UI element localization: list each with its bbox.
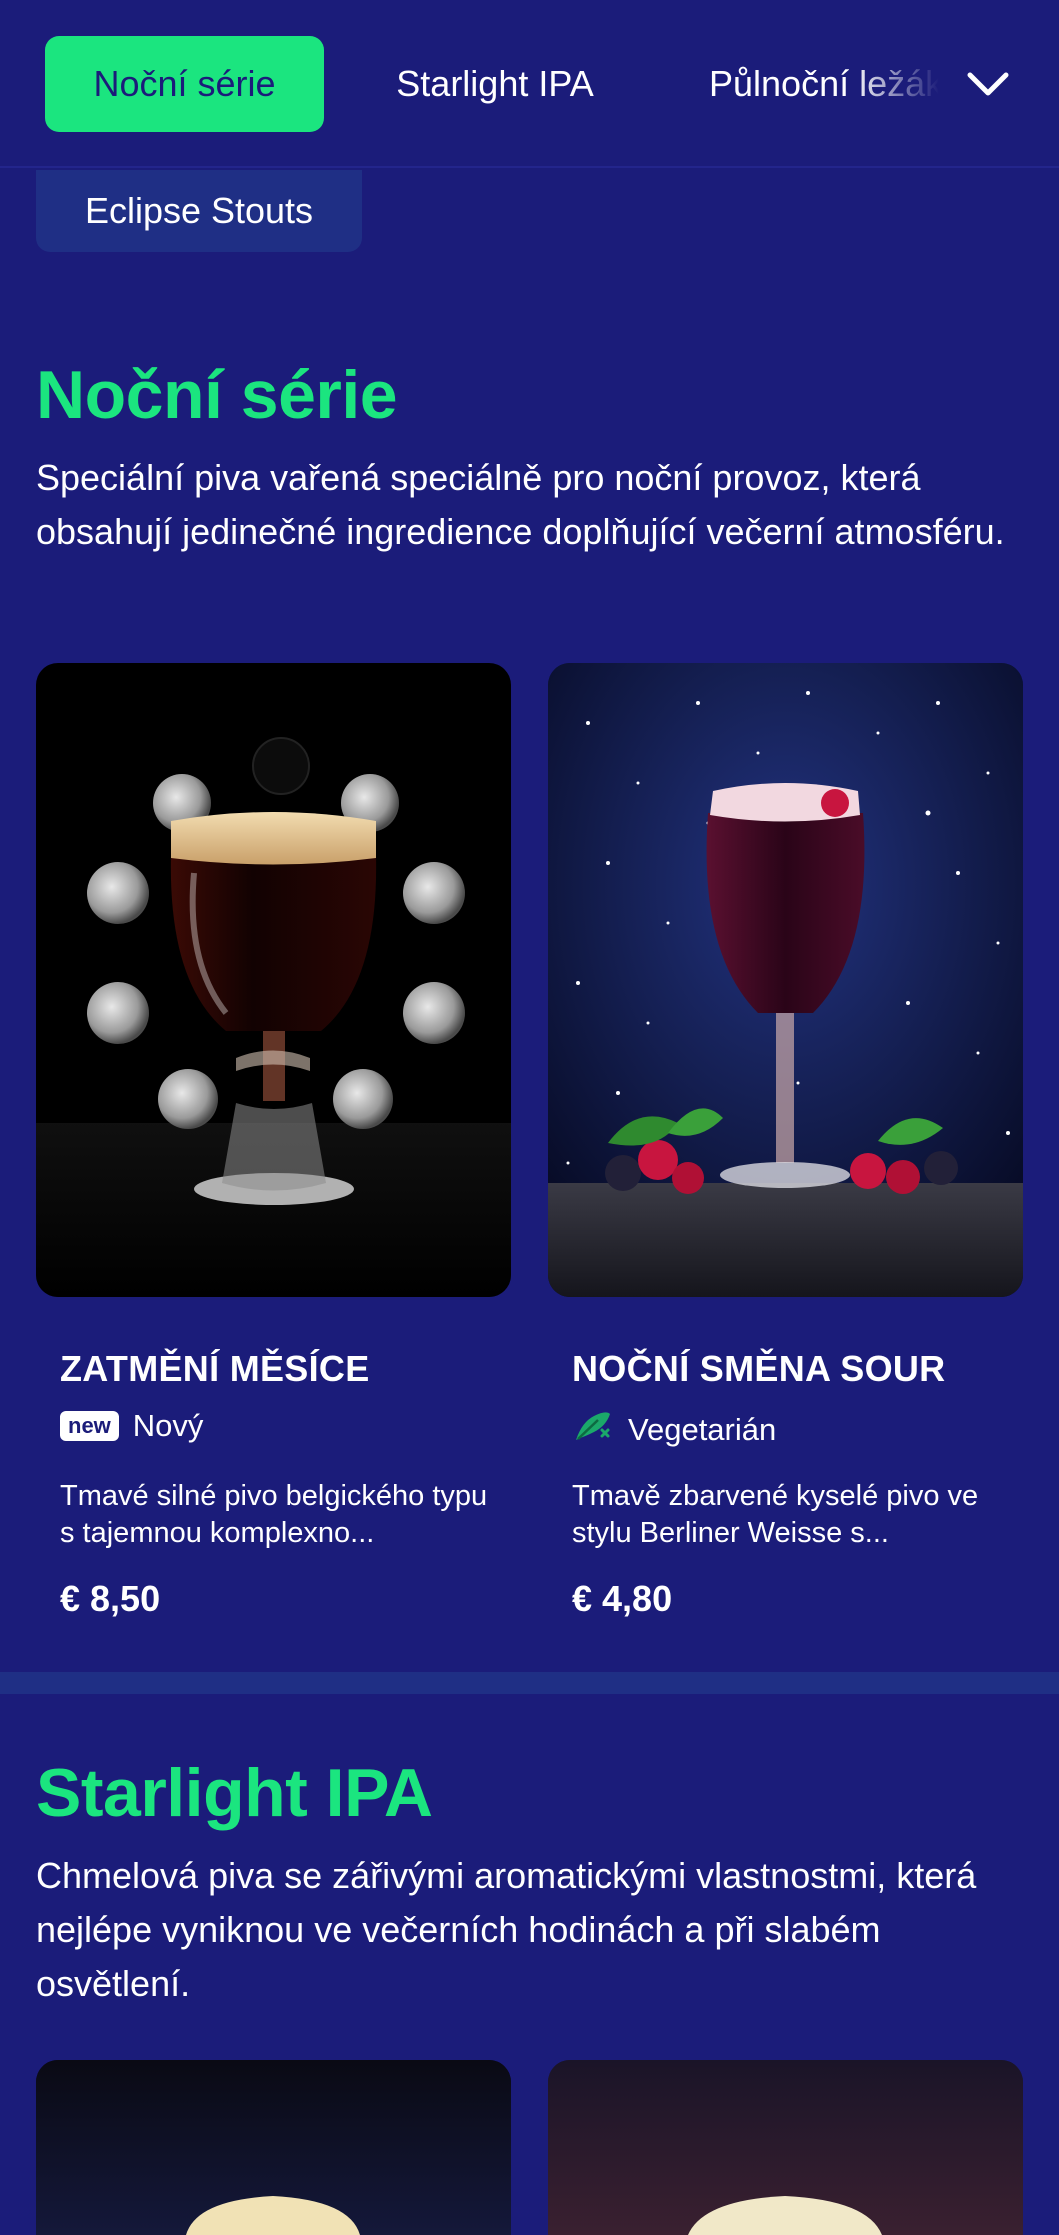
leaf-icon bbox=[572, 1408, 614, 1452]
tab-pulnocni-lezaky[interactable]: Půlnoční ležáky bbox=[709, 36, 939, 132]
section-divider bbox=[0, 1672, 1059, 1694]
product-image[interactable] bbox=[548, 2060, 1023, 2235]
chevron-down-icon[interactable] bbox=[962, 58, 1014, 110]
product-price: € 4,80 bbox=[572, 1578, 673, 1619]
category-tabs: Noční série Starlight IPA Půlnoční ležák… bbox=[0, 0, 1059, 168]
product-description: Tmavé silné pivo belgického typu s tajem… bbox=[60, 1480, 488, 1549]
section-description: Speciální piva vařená speciálně pro nočn… bbox=[36, 457, 1005, 552]
product-description: Tmavě zbarvené kyselé pivo ve stylu Berl… bbox=[572, 1480, 979, 1549]
badge-label: Vegetarián bbox=[628, 1412, 777, 1447]
product-badge: new Nový bbox=[60, 1408, 203, 1444]
product-name[interactable]: ZATMĚNÍ MĚSÍCE bbox=[60, 1348, 370, 1390]
new-badge-icon: new bbox=[60, 1411, 119, 1441]
section-title: Starlight IPA bbox=[36, 1755, 433, 1831]
product-image-nocni-smena[interactable] bbox=[548, 663, 1023, 1297]
section-description: Chmelová piva se zářivými aromatickými v… bbox=[36, 1855, 977, 2004]
category-nav: Noční série Starlight IPA Půlnoční ležák… bbox=[0, 0, 1059, 168]
badge-label: Nový bbox=[132, 1408, 204, 1443]
product-image[interactable] bbox=[36, 2060, 511, 2235]
tab-nocni-serie[interactable]: Noční série bbox=[45, 36, 324, 132]
product-badge: Vegetarián bbox=[572, 1408, 776, 1452]
product-name[interactable]: NOČNÍ SMĚNA SOUR bbox=[572, 1348, 945, 1390]
tab-eclipse-stouts[interactable]: Eclipse Stouts bbox=[36, 170, 362, 252]
product-image-zatmeni[interactable] bbox=[36, 663, 511, 1297]
section-title: Noční série bbox=[36, 357, 398, 433]
tab-starlight-ipa[interactable]: Starlight IPA bbox=[370, 36, 620, 132]
product-price: € 8,50 bbox=[60, 1578, 161, 1619]
